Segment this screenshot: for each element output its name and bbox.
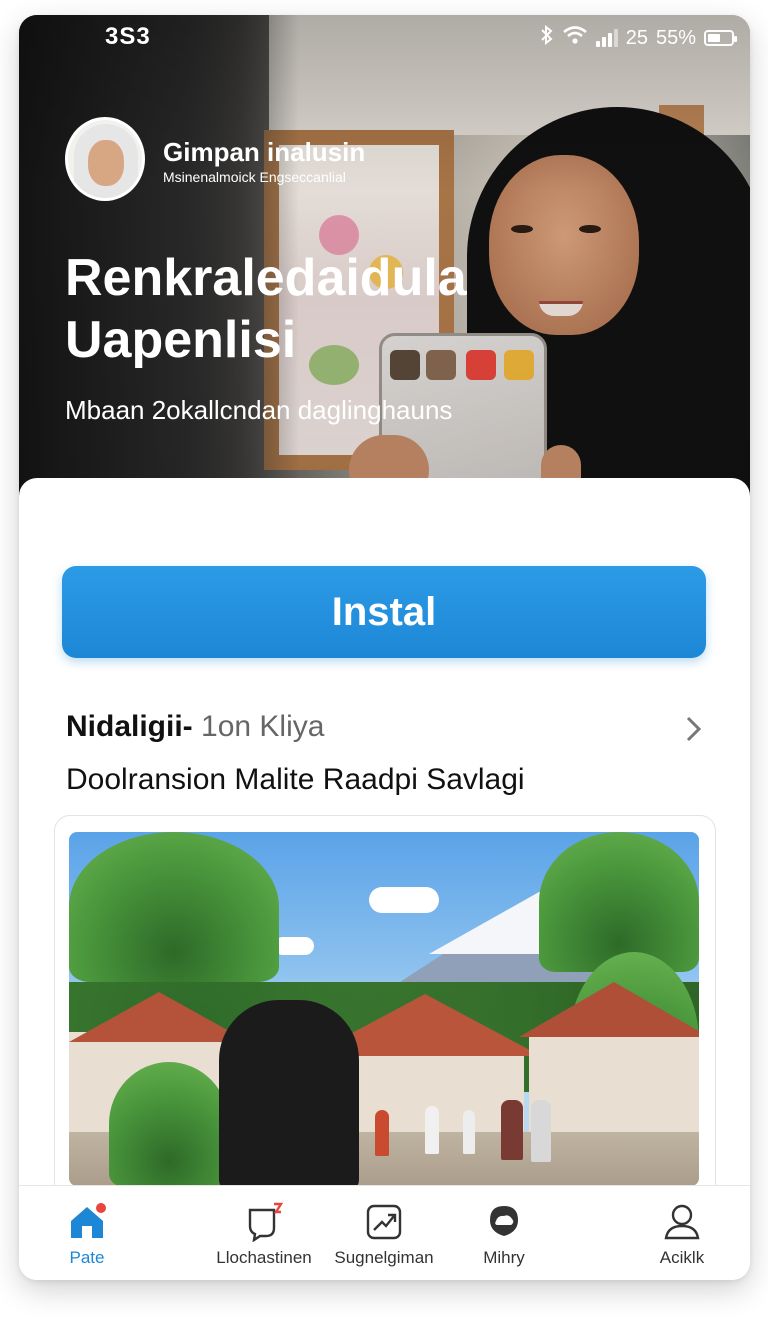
section-title-bold: Nidaligii-: [66, 710, 193, 743]
person-in-black: [219, 1000, 359, 1186]
battery-icon: [704, 30, 737, 46]
hero-title: Renkraledaidula Uapenlisi: [65, 249, 467, 369]
cellular-signal-icon: [595, 29, 618, 47]
content-sheet: Instal Nidaligii- 1on Kliya Doolransion …: [19, 478, 750, 1280]
palm-tree: [539, 832, 699, 972]
person-figure: [375, 1110, 389, 1156]
bottom-tab-bar: Pate Llochastinen Sugnelgiman Mihry Acik…: [19, 1185, 750, 1280]
chevron-right-icon[interactable]: [683, 714, 705, 752]
section-title-muted: 1on Kliya: [201, 710, 325, 743]
person-figure: [463, 1110, 475, 1154]
right-roof: [519, 982, 699, 1037]
tab-llochastinen[interactable]: Llochastinen: [204, 1202, 324, 1268]
install-button[interactable]: Instal: [62, 566, 706, 658]
wifi-icon: [562, 25, 588, 51]
profile-name: Gimpan inalusin: [163, 137, 366, 167]
profile-subtitle: Msinenalmoick Engseccanlial: [163, 169, 346, 185]
phone-screen: 3S3 25 55% Gimpan inalusin Msinenalmoick…: [19, 15, 750, 1280]
person-figure: [501, 1100, 523, 1160]
tab-sugnelgiman[interactable]: Sugnelgiman: [324, 1202, 444, 1268]
tab-label: Pate: [69, 1248, 105, 1267]
tab-pate[interactable]: Pate: [27, 1202, 147, 1268]
network-label: 25: [625, 26, 648, 49]
tab-aciklk[interactable]: Aciklk: [622, 1202, 742, 1268]
feature-card[interactable]: [54, 815, 716, 1217]
left-roof: [69, 992, 249, 1042]
section-title[interactable]: Nidaligii- 1on Kliya: [66, 710, 324, 744]
tab-label: Mihry: [483, 1248, 525, 1267]
cloud-chat-icon: [484, 1202, 524, 1242]
tab-label: Llochastinen: [216, 1248, 312, 1267]
trend-icon: [364, 1202, 404, 1242]
feature-image: [69, 832, 699, 1186]
status-right: 25 55%: [540, 24, 737, 51]
battery-percent: 55%: [655, 26, 696, 49]
person-figure: [531, 1100, 551, 1162]
hero-banner: 3S3 25 55% Gimpan inalusin Msinenalmoick…: [19, 15, 750, 515]
battery-level: [708, 34, 720, 42]
chat-badge-icon: [244, 1202, 284, 1243]
section-subtitle: Doolransion Malite Raadpi Savlagi: [66, 763, 525, 796]
bluetooth-icon: [540, 24, 554, 51]
cloud-shape: [274, 937, 314, 955]
user-icon: [662, 1202, 702, 1242]
home-icon: [67, 1202, 107, 1242]
avatar-face: [88, 140, 124, 186]
status-bar: 3S3 25 55%: [19, 15, 750, 59]
flowering-plant: [109, 1062, 229, 1186]
tab-mihry[interactable]: Mihry: [444, 1202, 564, 1268]
hero-subtitle: Mbaan 2okallcndan daglinghauns: [65, 395, 453, 425]
palm-tree: [69, 832, 279, 982]
person-figure: [425, 1106, 439, 1154]
avatar[interactable]: [65, 117, 145, 201]
tab-label: Aciklk: [659, 1248, 705, 1267]
tab-label: Sugnelgiman: [334, 1248, 434, 1267]
status-time: 3S3: [105, 23, 151, 50]
